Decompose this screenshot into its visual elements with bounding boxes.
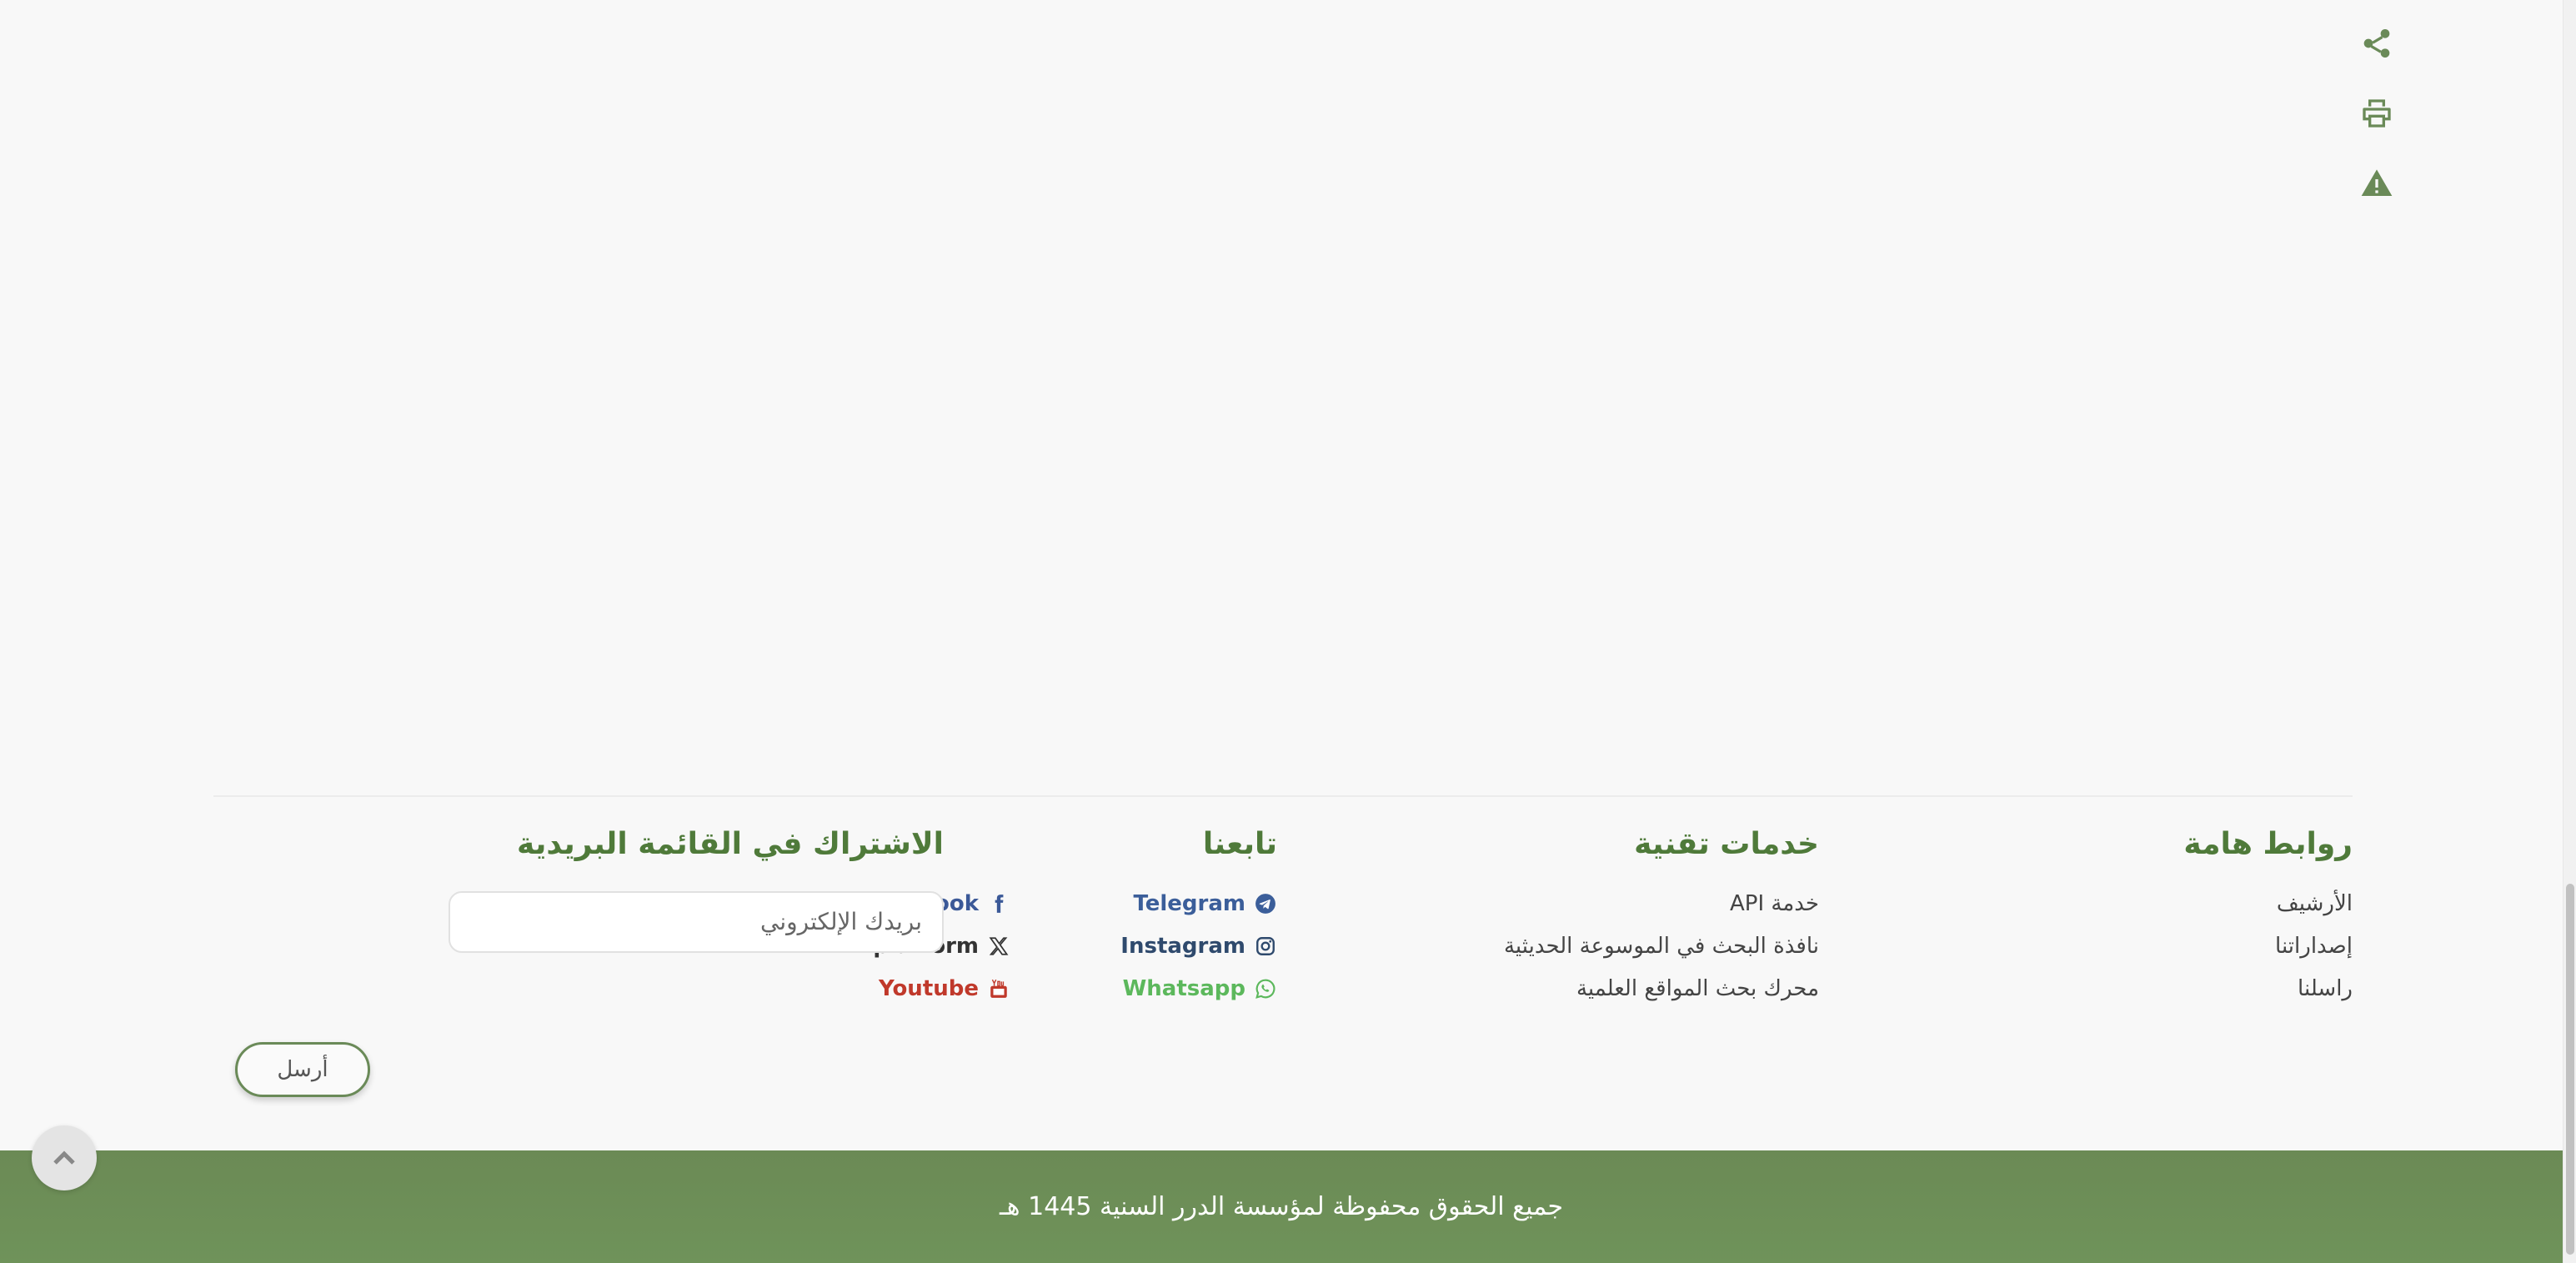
- link-publications[interactable]: إصداراتنا: [1919, 925, 2353, 968]
- copyright-bar: جميع الحقوق محفوظة لمؤسسة الدرر السنية 1…: [0, 1150, 2563, 1263]
- link-contact[interactable]: راسلنا: [1919, 968, 2353, 1010]
- social-label-youtube: Youtube: [879, 975, 979, 1001]
- subscribe-column: الاشتراك في القائمة البريدية: [427, 825, 944, 953]
- social-label-whatsapp: Whatsapp: [1122, 975, 1245, 1001]
- telegram-icon: [1254, 892, 1277, 915]
- social-link-whatsapp[interactable]: Whatsapp: [1010, 968, 1277, 1010]
- share-icon[interactable]: [2358, 25, 2395, 62]
- side-actions: [2356, 25, 2398, 202]
- important-links-title: روابط هامة: [2183, 827, 2353, 861]
- x-icon: [987, 935, 1010, 958]
- link-api-service[interactable]: خدمة API: [1302, 883, 1819, 925]
- scroll-to-top-button[interactable]: [32, 1125, 97, 1190]
- link-sites-search-engine[interactable]: محرك بحث المواقع العلمية: [1302, 968, 1819, 1010]
- page-scrollbar[interactable]: [2563, 0, 2576, 1263]
- instagram-icon: [1254, 935, 1277, 958]
- link-archive[interactable]: الأرشيف: [1919, 883, 2353, 925]
- social-label-instagram: Instagram: [1120, 933, 1245, 959]
- chevron-up-icon: [53, 1150, 75, 1165]
- copyright-text: جميع الحقوق محفوظة لمؤسسة الدرر السنية 1…: [999, 1192, 1564, 1221]
- social-label-telegram: Telegram: [1133, 890, 1245, 916]
- print-icon[interactable]: [2358, 95, 2395, 132]
- social-link-youtube[interactable]: Youtube: [760, 968, 1010, 1010]
- facebook-icon: [987, 892, 1010, 915]
- scrollbar-thumb[interactable]: [2566, 884, 2574, 1255]
- important-links-column: روابط هامة الأرشيف إصداراتنا راسلنا: [1919, 825, 2353, 1010]
- footer: روابط هامة الأرشيف إصداراتنا راسلنا خدما…: [213, 825, 2353, 1125]
- social-link-telegram[interactable]: Telegram: [1010, 883, 1277, 925]
- subscribe-title: الاشتراك في القائمة البريدية: [517, 827, 944, 861]
- whatsapp-icon: [1254, 977, 1277, 1000]
- email-field[interactable]: [449, 890, 944, 953]
- link-hadith-search-window[interactable]: نافذة البحث في الموسوعة الحديثية: [1302, 925, 1819, 968]
- footer-divider: [213, 795, 2353, 797]
- tech-services-title: خدمات تقنية: [1634, 827, 1819, 861]
- page: روابط هامة الأرشيف إصداراتنا راسلنا خدما…: [0, 0, 2576, 1263]
- youtube-icon: [987, 977, 1010, 1000]
- social-link-instagram[interactable]: Instagram: [1010, 925, 1277, 968]
- tech-services-column: خدمات تقنية خدمة API نافذة البحث في المو…: [1302, 825, 1819, 1010]
- warning-icon[interactable]: [2358, 165, 2395, 202]
- send-button[interactable]: أرسل: [235, 1042, 370, 1097]
